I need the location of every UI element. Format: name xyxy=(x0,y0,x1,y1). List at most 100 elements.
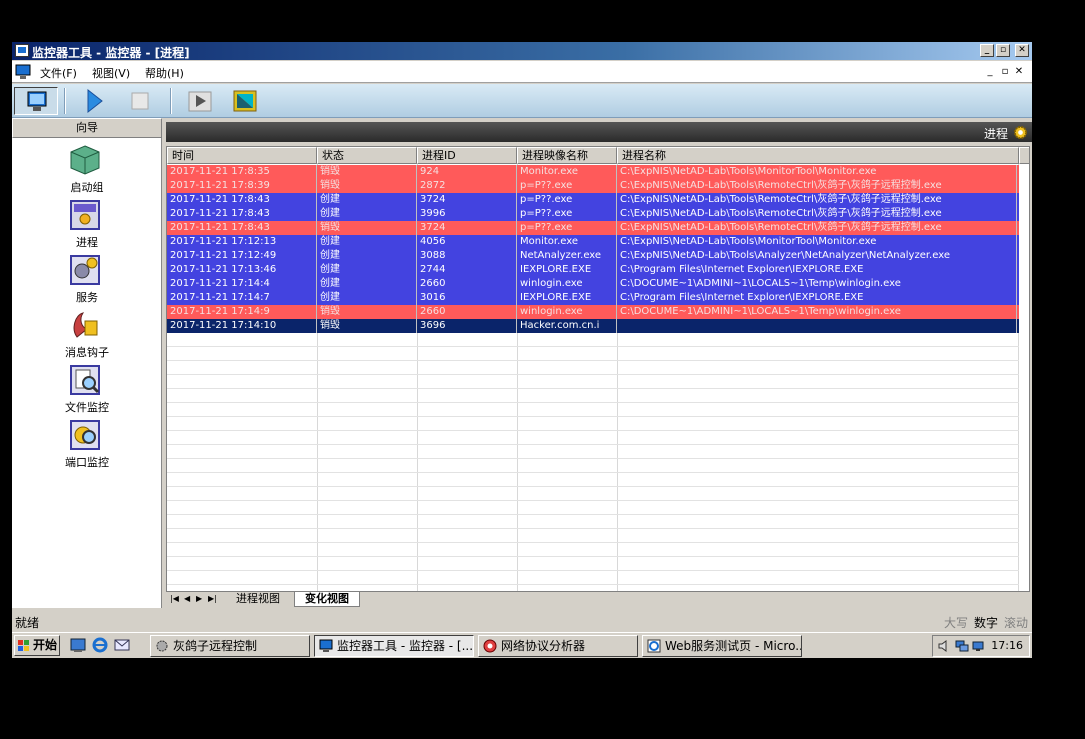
column-header[interactable]: 时间 xyxy=(167,147,317,164)
table-row[interactable]: 2017-11-21 17:14:10 销毁 3696 Hacker.com.cn.i xyxy=(167,319,1019,333)
start-label: 开始 xyxy=(33,638,58,652)
empty-row xyxy=(167,557,1019,571)
nav-item-port-monitor[interactable]: 端口监控 xyxy=(12,419,162,471)
first-tab-arrow[interactable]: |◀ xyxy=(170,594,179,603)
cell-time: 2017-11-21 17:8:39 xyxy=(167,179,317,193)
start-monitor-button[interactable] xyxy=(72,87,116,115)
task-button-analyzer[interactable]: 网络协议分析器 xyxy=(478,635,638,657)
cell-image: Hacker.com.cn.i xyxy=(517,319,617,333)
table-row[interactable]: 2017-11-21 17:12:13 创建 4056 Monitor.exe C:\E… xyxy=(167,235,1019,249)
start-button[interactable]: 开始 xyxy=(14,635,60,656)
tab-change-view[interactable]: 变化视图 xyxy=(294,592,360,607)
menu-help[interactable]: 帮助(H) xyxy=(145,65,184,81)
port-monitor-icon xyxy=(70,420,100,450)
cell-time: 2017-11-21 17:14:9 xyxy=(167,305,317,319)
table-row[interactable]: 2017-11-21 17:8:35 销毁 924 Monitor.exe C:\Exp… xyxy=(167,165,1019,179)
column-header[interactable]: 进程映像名称 xyxy=(517,147,617,164)
step-icon xyxy=(188,91,212,112)
cell-path: C:\ExpNIS\NetAD-Lab\Tools\MonitorTool\Mo… xyxy=(617,165,1017,179)
cell-pid: 3724 xyxy=(417,193,517,207)
cell-status: 销毁 xyxy=(317,319,417,333)
empty-row xyxy=(167,445,1019,459)
change-table[interactable]: 时间 状态 进程ID 进程映像名称 进程名称 2017-11-21 17:8:35 销毁 9… xyxy=(166,146,1030,592)
last-tab-arrow[interactable]: ▶| xyxy=(208,594,217,603)
column-header[interactable]: 进程名称 xyxy=(617,147,1019,164)
cell-path: C:\ExpNIS\NetAD-Lab\Tools\MonitorTool\Mo… xyxy=(617,235,1017,249)
cell-pid: 3724 xyxy=(417,221,517,235)
empty-cell xyxy=(167,347,1019,361)
table-row[interactable]: 2017-11-21 17:13:46 创建 2744 IEXPLORE.EXE C:\… xyxy=(167,263,1019,277)
table-row[interactable]: 2017-11-21 17:14:7 创建 3016 IEXPLORE.EXE C:\P… xyxy=(167,291,1019,305)
navigation-pane: 向导 启动组 进程 服务 消息钩子 文件监控 端口监控 xyxy=(12,118,162,608)
cell-path: C:\ExpNIS\NetAD-Lab\Tools\RemoteCtrl\灰鸽子… xyxy=(617,179,1017,193)
menu-view[interactable]: 视图(V) xyxy=(92,65,130,81)
app-icon xyxy=(15,44,29,57)
empty-row xyxy=(167,487,1019,501)
network2-icon[interactable] xyxy=(971,639,985,653)
mdi-close-button[interactable]: ✕ xyxy=(1014,66,1024,77)
column-header-filler xyxy=(1019,147,1029,164)
stop-icon xyxy=(131,92,149,110)
stop-monitor-button[interactable] xyxy=(118,87,162,115)
table-row[interactable]: 2017-11-21 17:14:9 销毁 2660 winlogin.exe C:\D… xyxy=(167,305,1019,319)
step-button[interactable] xyxy=(178,87,222,115)
mdi-restore-button[interactable]: ▫ xyxy=(1000,66,1010,77)
window-button[interactable] xyxy=(224,87,268,115)
menu-file[interactable]: 文件(F) xyxy=(40,65,77,81)
empty-cell xyxy=(167,333,1019,347)
nav-label: 端口监控 xyxy=(65,456,109,469)
cell-time: 2017-11-21 17:8:43 xyxy=(167,221,317,235)
maximize-button[interactable]: ▫ xyxy=(996,44,1010,57)
mdi-minimize-button[interactable]: _ xyxy=(985,66,995,77)
nav-item-startup-group[interactable]: 启动组 xyxy=(12,144,162,196)
cell-image: p=P??.exe xyxy=(517,207,617,221)
nav-item-service[interactable]: 服务 xyxy=(12,254,162,306)
outlook-icon[interactable] xyxy=(114,637,130,653)
startup-group-icon xyxy=(70,145,100,175)
prev-tab-arrow[interactable]: ◀ xyxy=(184,594,190,603)
close-button[interactable]: ✕ xyxy=(1015,44,1029,57)
play-icon xyxy=(87,88,103,114)
empty-cell xyxy=(167,445,1019,459)
nav-item-message-hook[interactable]: 消息钩子 xyxy=(12,309,162,361)
column-header[interactable]: 进程ID xyxy=(417,147,517,164)
cell-pid: 2744 xyxy=(417,263,517,277)
title-bar[interactable]: 监控器工具 - 监控器 - [进程] _ ▫ ✕ xyxy=(12,42,1032,60)
task-button-monitor[interactable]: 监控器工具 - 监控器 - [... xyxy=(314,635,474,657)
menu-bar: 文件(F) 视图(V) 帮助(H) _ ▫ ✕ xyxy=(12,61,1032,83)
table-row[interactable]: 2017-11-21 17:8:39 销毁 2872 p=P??.exe C:\ExpN… xyxy=(167,179,1019,193)
table-row[interactable]: 2017-11-21 17:8:43 创建 3996 p=P??.exe C:\ExpN… xyxy=(167,207,1019,221)
taskbar: 开始 灰鸽子远程控制 监控器工具 - 监控器 - [... 网络协议分析器 We… xyxy=(12,632,1032,658)
desktop-icon[interactable] xyxy=(70,637,86,653)
network-icon[interactable] xyxy=(955,639,969,653)
next-tab-arrow[interactable]: ▶ xyxy=(196,594,202,603)
nav-item-process[interactable]: 进程 xyxy=(12,199,162,251)
column-header[interactable]: 状态 xyxy=(317,147,417,164)
panel-header: 进程 xyxy=(166,122,1032,142)
toolbar-separator xyxy=(170,88,172,114)
toolbar xyxy=(12,84,1032,118)
file-monitor-icon xyxy=(70,365,100,395)
nav-item-file-monitor[interactable]: 文件监控 xyxy=(12,364,162,416)
empty-cell xyxy=(167,473,1019,487)
cell-status: 销毁 xyxy=(317,165,417,179)
gear-icon xyxy=(1013,125,1028,140)
monitor-button[interactable] xyxy=(14,87,58,115)
table-row[interactable]: 2017-11-21 17:12:49 创建 3088 NetAnalyzer.exe… xyxy=(167,249,1019,263)
table-row[interactable]: 2017-11-21 17:8:43 销毁 3724 p=P??.exe C:\ExpN… xyxy=(167,221,1019,235)
minimize-button[interactable]: _ xyxy=(980,44,994,57)
tab-process-view[interactable]: 进程视图 xyxy=(226,592,290,607)
task-label: 网络协议分析器 xyxy=(501,639,586,653)
cell-pid: 3696 xyxy=(417,319,517,333)
volume-icon[interactable] xyxy=(937,639,951,653)
empty-row xyxy=(167,417,1019,431)
empty-cell xyxy=(167,529,1019,543)
table-row[interactable]: 2017-11-21 17:8:43 创建 3724 p=P??.exe C:\ExpN… xyxy=(167,193,1019,207)
task-button-huigezi[interactable]: 灰鸽子远程控制 xyxy=(150,635,310,657)
window-icon xyxy=(233,90,257,112)
empty-row xyxy=(167,529,1019,543)
empty-cell xyxy=(167,501,1019,515)
task-button-web[interactable]: Web服务测试页 - Micro... xyxy=(642,635,802,657)
ie-icon[interactable] xyxy=(92,637,108,653)
table-row[interactable]: 2017-11-21 17:14:4 创建 2660 winlogin.exe C:\D… xyxy=(167,277,1019,291)
